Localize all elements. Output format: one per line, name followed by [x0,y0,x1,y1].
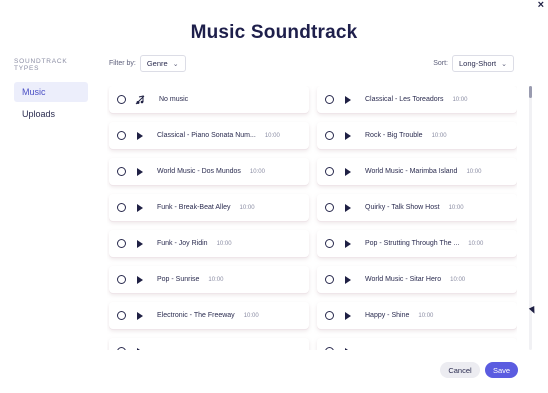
track-radio[interactable] [117,347,126,350]
track-radio[interactable] [117,203,126,212]
track-radio[interactable] [325,239,334,248]
track-card[interactable]: Electronic - The Freeway 10:00 [109,302,309,329]
track-name: Electronic - The Freeway [157,312,235,319]
track-card[interactable]: Classical - Les Toreadors 10:00 [317,86,517,113]
track-list: No music Classical - Les Toreadors 10:00 Cl… [107,86,517,350]
track-name: Funk - Joy Ridin [157,240,208,247]
track-name: World Music - Dos Mundos [157,168,241,175]
filter-dropdown[interactable]: Genre ⌄ [139,55,186,72]
track-card[interactable]: Rock - Big Trouble 10:00 [317,122,517,149]
track-card[interactable]: Happy - Shine 10:00 [317,302,517,329]
track-duration: 10:00 [468,240,484,247]
track-card[interactable] [317,338,517,350]
sort-control: Sort: Long-Short ⌄ [433,55,514,72]
track-radio[interactable] [325,311,334,320]
track-radio[interactable] [117,167,126,176]
track-card[interactable]: Pop - Strutting Through The ... 10:00 [317,230,517,257]
save-button[interactable]: Save [485,362,518,378]
page-title: Music Soundtrack [190,22,358,43]
track-name: Rock - Big Trouble [365,132,423,139]
track-card[interactable]: World Music - Dos Mundos 10:00 [109,158,309,185]
filter-label: Filter by: [109,60,136,67]
track-duration: 10:00 [249,168,265,175]
track-name: World Music - Marimba Island [365,168,458,175]
track-duration: 10:00 [243,312,259,319]
track-card[interactable] [109,338,309,350]
track-card[interactable]: World Music - Marimba Island 10:00 [317,158,517,185]
track-radio[interactable] [117,311,126,320]
sidebar-item-music[interactable]: Music [14,82,88,102]
sidebar-item-uploads[interactable]: Uploads [14,104,88,124]
sort-label: Sort: [433,60,449,67]
play-icon[interactable] [345,347,351,350]
track-duration: 10:00 [264,132,280,139]
track-card[interactable]: Classical - Piano Sonata Num... 10:00 [109,122,309,149]
scroll-thumb[interactable] [529,86,532,98]
play-icon[interactable] [137,311,143,320]
play-icon[interactable] [345,167,351,176]
play-icon[interactable] [345,275,351,284]
track-duration: 10:00 [239,204,255,211]
track-name: Pop - Sunrise [157,276,200,283]
play-icon[interactable] [345,239,351,248]
track-radio[interactable] [325,203,334,212]
play-icon[interactable] [345,311,351,320]
filter-value: Genre [146,59,168,68]
play-icon[interactable] [137,347,143,350]
play-icon[interactable] [137,239,143,248]
filter-control: Filter by: Genre ⌄ [109,55,186,72]
track-card[interactable]: Funk - Joy Ridin 10:00 [109,230,309,257]
track-duration: 10:00 [418,312,434,319]
close-icon[interactable]: × [538,0,544,11]
music-off-icon [135,94,145,104]
track-duration: 10:00 [466,168,482,175]
track-name: Pop - Strutting Through The ... [365,240,460,247]
track-duration: 10:00 [452,96,468,103]
track-duration: 10:00 [448,204,464,211]
sidebar: SOUNDTRACK TYPES Music Uploads [14,58,88,126]
track-duration: 10:00 [431,132,447,139]
track-radio[interactable] [325,275,334,284]
play-icon[interactable] [345,131,351,140]
track-radio[interactable] [325,347,334,350]
track-name: No music [159,96,189,103]
play-icon[interactable] [137,131,143,140]
track-card[interactable]: Pop - Sunrise 10:00 [109,266,309,293]
track-card[interactable]: World Music - Sitar Hero 10:00 [317,266,517,293]
track-name: World Music - Sitar Hero [365,276,442,283]
track-radio[interactable] [325,131,334,140]
track-duration: 10:00 [208,276,224,283]
track-name: Quirky - Talk Show Host [365,204,440,211]
cancel-button[interactable]: Cancel [440,362,480,378]
track-radio[interactable] [117,95,126,104]
sort-dropdown[interactable]: Long-Short ⌄ [452,55,514,72]
play-icon[interactable] [137,167,143,176]
play-icon[interactable] [345,203,351,212]
play-icon[interactable] [137,275,143,284]
track-card[interactable]: Quirky - Talk Show Host 10:00 [317,194,517,221]
track-name: Classical - Piano Sonata Num... [157,132,256,139]
sidebar-heading: SOUNDTRACK TYPES [14,58,68,72]
chevron-down-icon: ⌄ [172,60,179,68]
chevron-down-icon: ⌄ [501,60,507,68]
track-card[interactable]: No music [109,86,309,113]
play-icon[interactable] [137,203,143,212]
track-radio[interactable] [117,239,126,248]
track-radio[interactable] [117,275,126,284]
track-duration: 10:00 [216,240,232,247]
play-icon[interactable] [345,95,351,104]
track-name: Classical - Les Toreadors [365,96,444,103]
track-name: Funk - Break-Beat Alley [157,204,231,211]
sort-value: Long-Short [459,59,497,68]
track-card[interactable]: Funk - Break-Beat Alley 10:00 [109,194,309,221]
track-duration: 10:00 [450,276,466,283]
track-radio[interactable] [325,95,334,104]
track-radio[interactable] [117,131,126,140]
track-radio[interactable] [325,167,334,176]
track-name: Happy - Shine [365,312,410,319]
